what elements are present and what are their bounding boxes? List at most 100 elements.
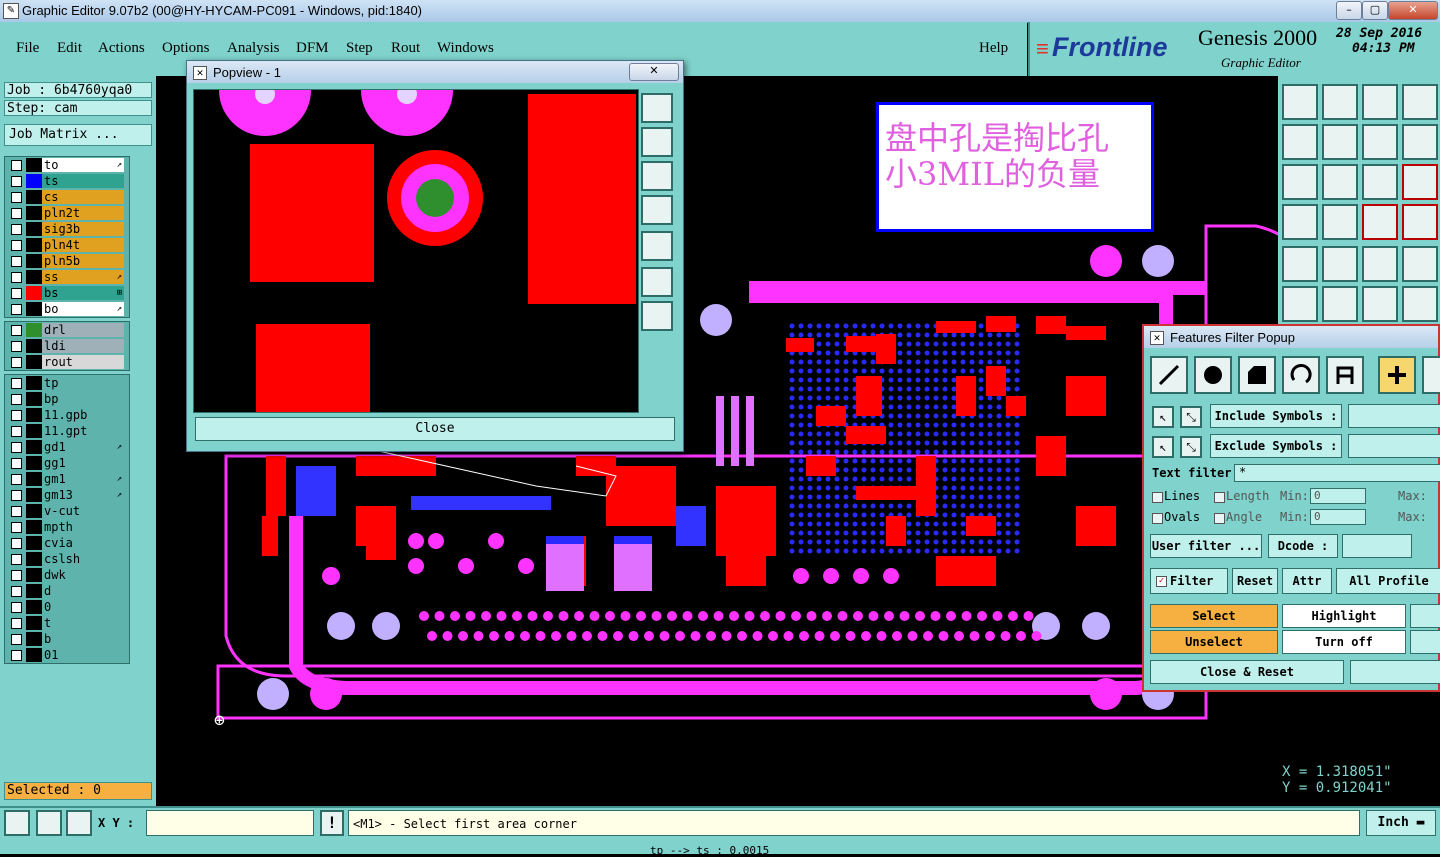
layer-checkbox[interactable] (11, 272, 22, 283)
layer-row-to[interactable]: to ↗ (5, 157, 129, 173)
layer-checkbox[interactable] (11, 192, 22, 203)
layer-checkbox[interactable] (11, 634, 22, 645)
layer-row-ts[interactable]: ts (5, 173, 129, 189)
zoom-area-icon[interactable] (4, 810, 30, 836)
measure-icon[interactable] (36, 810, 62, 836)
layer-checkbox[interactable] (11, 304, 22, 315)
layer-row-cslsh[interactable]: cslsh (5, 551, 129, 567)
layer-checkbox[interactable] (11, 176, 22, 187)
layer-name[interactable]: sig3b (42, 222, 124, 236)
one-two-icon[interactable] (1362, 164, 1398, 200)
layer-checkbox[interactable] (11, 570, 22, 581)
extra-right-button-2[interactable] (1410, 630, 1440, 654)
layer-checkbox[interactable] (11, 506, 22, 517)
layer-name[interactable]: tp (42, 376, 124, 390)
include-pick-icon[interactable]: ⤡ (1180, 406, 1202, 428)
arc-feature-icon[interactable] (1282, 356, 1320, 394)
include-arrow-icon[interactable]: ↖ (1152, 406, 1174, 428)
layer-name[interactable]: 11.gpt (42, 424, 124, 438)
layer-row-pln2t[interactable]: pln2t (5, 205, 129, 221)
layer-color-swatch[interactable] (26, 552, 42, 566)
dcode-input[interactable] (1342, 534, 1412, 558)
layers-b-icon[interactable] (1402, 204, 1438, 240)
length-checkbox[interactable] (1214, 492, 1225, 503)
layer-row-dwk[interactable]: dwk (5, 567, 129, 583)
layer-name[interactable]: pln2t (42, 206, 124, 220)
angle-min-input[interactable]: 0 (1310, 509, 1366, 525)
layer-name[interactable]: 11.gpb (42, 408, 124, 422)
layer-row-d[interactable]: d (5, 583, 129, 599)
layer-color-swatch[interactable] (26, 339, 42, 353)
all-profile-button[interactable]: All Profile (1336, 568, 1440, 594)
layers-a-icon[interactable] (1362, 204, 1398, 240)
cut-icon[interactable] (1282, 204, 1318, 240)
layer-color-swatch[interactable] (26, 472, 42, 486)
undo-down-icon[interactable] (1322, 84, 1358, 120)
layer-name[interactable]: dwk (42, 568, 124, 582)
layer-row-11.gpt[interactable]: 11.gpt (5, 423, 129, 439)
layer-color-swatch[interactable] (26, 376, 42, 390)
popview-zoom-out-icon[interactable] (641, 267, 673, 297)
mirror-icon[interactable] (1402, 124, 1438, 160)
layer-checkbox[interactable] (11, 538, 22, 549)
maximize-button[interactable]: ▢ (1362, 1, 1388, 20)
layer-row-0[interactable]: 0 (5, 599, 129, 615)
layer-checkbox[interactable] (11, 618, 22, 629)
minimize-button[interactable]: – (1336, 1, 1362, 20)
layer-checkbox[interactable] (11, 442, 22, 453)
layer-color-swatch[interactable] (26, 190, 42, 204)
popview-zoom-home-icon[interactable] (641, 93, 673, 123)
layer-name[interactable]: gd1 ↗ (42, 440, 124, 454)
filter-titlebar[interactable]: ✕ Features Filter Popup (1144, 326, 1438, 348)
xy-input[interactable] (146, 810, 314, 836)
circle-icon[interactable] (1402, 246, 1438, 282)
angle-checkbox[interactable] (1214, 513, 1225, 524)
filter-checkbox-icon[interactable]: ✓ (1156, 576, 1167, 587)
layer-checkbox[interactable] (11, 410, 22, 421)
layer-name[interactable]: cs (42, 190, 124, 204)
probe-a-icon[interactable] (1362, 286, 1398, 322)
layer-name[interactable]: bo ↗ (42, 302, 124, 316)
all-features-icon[interactable] (1378, 356, 1416, 394)
highlight-button[interactable]: Highlight (1282, 604, 1406, 628)
layer-color-swatch[interactable] (26, 286, 42, 300)
ruler-icon[interactable] (1362, 246, 1398, 282)
undo-up-icon[interactable] (1282, 84, 1318, 120)
layer-color-swatch[interactable] (26, 424, 42, 438)
layer-name[interactable]: bp (42, 392, 124, 406)
layer-name[interactable]: to ↗ (42, 158, 124, 172)
exclude-symbols-input[interactable] (1348, 434, 1440, 458)
menu-step[interactable]: Step (346, 40, 373, 57)
line-feature-icon[interactable] (1150, 356, 1188, 394)
layer-row-b[interactable]: b (5, 631, 129, 647)
layer-name[interactable]: gg1 (42, 456, 124, 470)
menu-windows[interactable]: Windows (437, 40, 494, 57)
menu-analysis[interactable]: Analysis (227, 40, 280, 57)
layer-checkbox[interactable] (11, 341, 22, 352)
layer-row-pln5b[interactable]: pln5b (5, 253, 129, 269)
popview-canvas[interactable] (193, 89, 639, 413)
layer-row-tp[interactable]: tp (5, 375, 129, 391)
layer-name[interactable]: v-cut (42, 504, 124, 518)
layer-name[interactable]: 01 (42, 648, 124, 662)
layer-color-swatch[interactable] (26, 408, 42, 422)
layer-row-rout[interactable]: rout (5, 354, 129, 370)
layer-row-pln4t[interactable]: pln4t (5, 237, 129, 253)
cross-icon[interactable] (1322, 286, 1358, 322)
layer-name[interactable]: bs ⊞ (42, 286, 124, 300)
layer-checkbox[interactable] (11, 288, 22, 299)
gradient-icon[interactable] (1322, 246, 1358, 282)
layer-color-swatch[interactable] (26, 270, 42, 284)
layer-color-swatch[interactable] (26, 158, 42, 172)
layer-checkbox[interactable] (11, 554, 22, 565)
menu-edit[interactable]: Edit (57, 40, 82, 57)
layer-checkbox[interactable] (11, 240, 22, 251)
layer-color-swatch[interactable] (26, 440, 42, 454)
layer-color-swatch[interactable] (26, 355, 42, 369)
include-symbols-input[interactable] (1348, 404, 1440, 428)
node-icon[interactable] (1282, 286, 1318, 322)
layer-checkbox[interactable] (11, 474, 22, 485)
popview-close-button[interactable]: Close (195, 417, 675, 441)
layer-row-ss[interactable]: ss ↗ (5, 269, 129, 285)
layer-row-mpth[interactable]: mpth (5, 519, 129, 535)
